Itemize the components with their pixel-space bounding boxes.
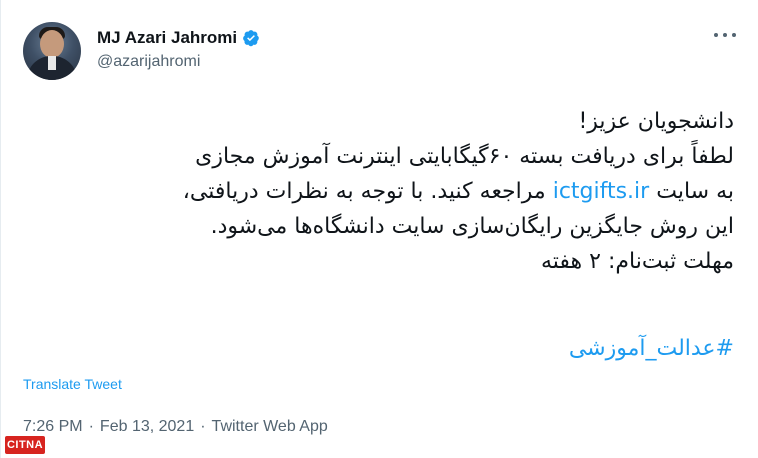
tweet-line: مهلت ثبت‌نام: ۲ هفته <box>540 249 734 274</box>
verified-badge-icon <box>243 30 260 47</box>
avatar[interactable] <box>23 22 81 80</box>
author-handle[interactable]: @azarijahromi <box>97 53 200 71</box>
more-options-icon[interactable] <box>714 28 736 42</box>
hashtag-link[interactable]: #عدالت_آموزشی <box>569 336 734 361</box>
tweet-link[interactable]: ictgifts.ir <box>553 179 650 204</box>
tweet-line: به سایت ictgifts.ir مراجعه کنید. با توجه… <box>34 174 734 209</box>
tweet-meta: 7:26 PM · Feb 13, 2021 · Twitter Web App <box>23 418 328 436</box>
tweet-line: دانشجویان عزیز! <box>578 109 734 134</box>
tweet-date[interactable]: Feb 13, 2021 <box>100 418 194 435</box>
tweet-time[interactable]: 7:26 PM <box>23 418 83 435</box>
translate-tweet-link[interactable]: Translate Tweet <box>23 376 122 392</box>
tweet-source[interactable]: Twitter Web App <box>212 418 328 435</box>
tweet-line: لطفاً برای دریافت بسته ۶۰گیگابایتی اینتر… <box>195 144 734 169</box>
tweet-line: این روش جایگزین رایگان‌سازی سایت دانشگاه… <box>210 214 734 239</box>
tweet-card: MJ Azari Jahromi @azarijahromi دانشجویان… <box>0 0 758 458</box>
tweet-text: دانشجویان عزیز! لطفاً برای دریافت بسته ۶… <box>34 104 734 279</box>
separator-dot: · <box>88 418 94 435</box>
tweet-line-part: مراجعه کنید. با توجه به نظرات دریافتی، <box>182 179 546 204</box>
watermark-logo: CITNA <box>5 436 45 454</box>
separator-dot: · <box>200 418 206 435</box>
tweet-line-part: به سایت <box>656 179 734 204</box>
author-name-row[interactable]: MJ Azari Jahromi <box>97 28 260 48</box>
watermark-text: CITNA <box>6 439 44 451</box>
author-name[interactable]: MJ Azari Jahromi <box>97 28 237 48</box>
